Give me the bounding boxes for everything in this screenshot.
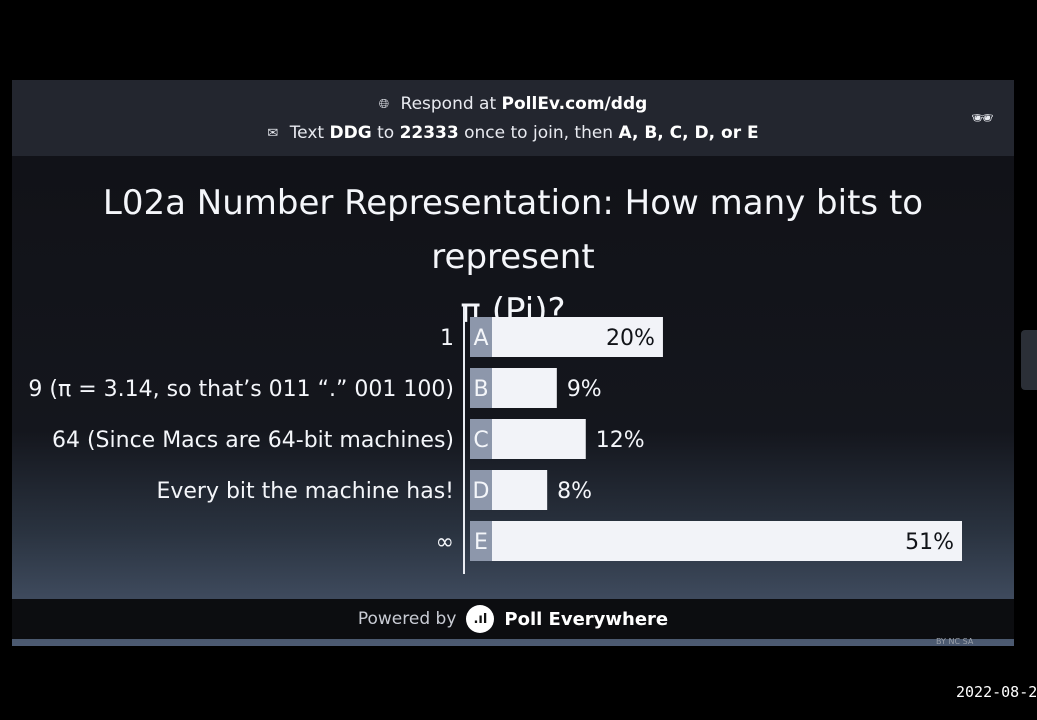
poll-everywhere-logo-icon: .ıl	[466, 605, 495, 633]
poll-slide: 🌐︎ Respond at PollEv.com/ddg ✉︎ Text DDG…	[12, 80, 1014, 646]
bar-letter-d: D	[473, 479, 490, 504]
bar-e	[470, 521, 962, 561]
bar-letter-e: E	[474, 530, 488, 555]
category-label: 9 (π = 3.14, so that’s 011 “.” 001 100)	[28, 377, 454, 402]
value-label: 9%	[567, 377, 602, 402]
cc-license-badge: BY NC SA	[936, 622, 1016, 646]
bar-letter-a: A	[473, 326, 488, 351]
timestamp: 2022-08-2	[956, 683, 1037, 701]
results-chart: A1 20% B 9 (π = 3.14, so that’s 011 “.” 001…	[28, 306, 962, 574]
value-label: 8%	[557, 479, 592, 504]
value-label: 12%	[596, 428, 645, 453]
bar-letter-c: C	[473, 428, 488, 453]
side-panel-edge[interactable]	[1021, 330, 1037, 390]
category-label: Every bit the machine has!	[156, 479, 454, 504]
value-label: 51%	[905, 530, 954, 555]
category-label: 64 (Since Macs are 64-bit machines)	[52, 428, 454, 453]
bar-letter-b: B	[473, 377, 488, 402]
cc-license-text: BY NC SA	[936, 637, 974, 646]
value-label: 20%	[606, 326, 655, 351]
brand-name: Poll Everywhere	[504, 608, 669, 630]
footer-bar: Powered by .ıl Poll Everywhere	[12, 599, 1014, 639]
category-label: ∞	[436, 530, 454, 555]
category-label: 1	[440, 326, 454, 351]
powered-by-label: Powered by	[357, 609, 457, 629]
